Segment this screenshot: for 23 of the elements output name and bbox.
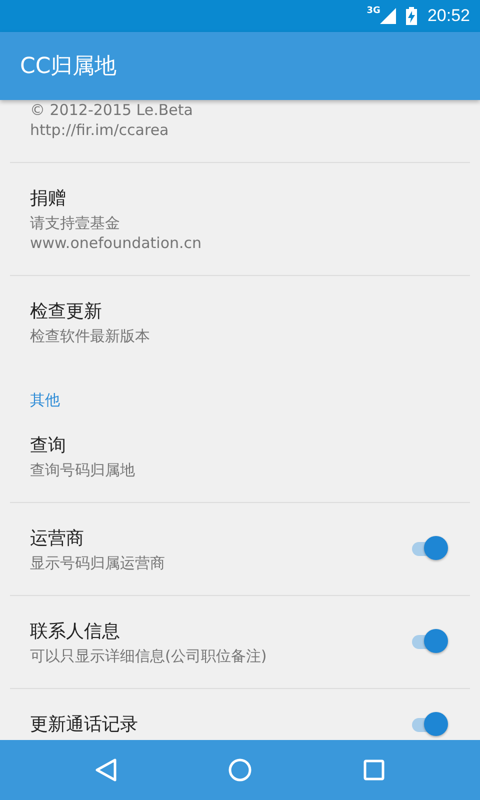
setting-summary: http://fir.im/ccarea xyxy=(30,120,170,140)
setting-summary: 查询号码归属地 xyxy=(30,460,136,480)
setting-title[interactable]: 检查更新 xyxy=(30,298,450,326)
setting-title[interactable]: 查询 xyxy=(30,432,450,460)
app-title: CC归属地 xyxy=(20,53,117,81)
setting-summary: 显示号码归属运营商 xyxy=(30,553,166,573)
clock: 20:52 xyxy=(427,6,470,26)
setting-title[interactable]: 运营商 xyxy=(30,525,408,553)
setting-summary: www.onefoundation.cn xyxy=(30,233,203,253)
setting-summary: 检查软件最新版本 xyxy=(30,326,151,346)
setting-summary: 请支持壹基金 xyxy=(30,213,121,233)
setting-summary: © 2012-2015 Le.Beta xyxy=(30,100,194,120)
recents-icon[interactable] xyxy=(362,759,385,781)
back-icon[interactable] xyxy=(95,758,118,782)
setting-title[interactable]: 联系人信息 xyxy=(30,618,408,646)
battery-charging-icon xyxy=(406,7,418,25)
signal-icon xyxy=(380,8,396,24)
network-type: 3G xyxy=(366,6,380,16)
setting-summary: 可以只显示详细信息(公司职位备注) xyxy=(30,646,268,666)
setting-title[interactable]: 捐赠 xyxy=(30,185,450,213)
category-header: 其他 xyxy=(29,390,61,410)
home-icon[interactable] xyxy=(228,758,252,782)
setting-title[interactable]: 更新通话记录 xyxy=(30,711,408,739)
